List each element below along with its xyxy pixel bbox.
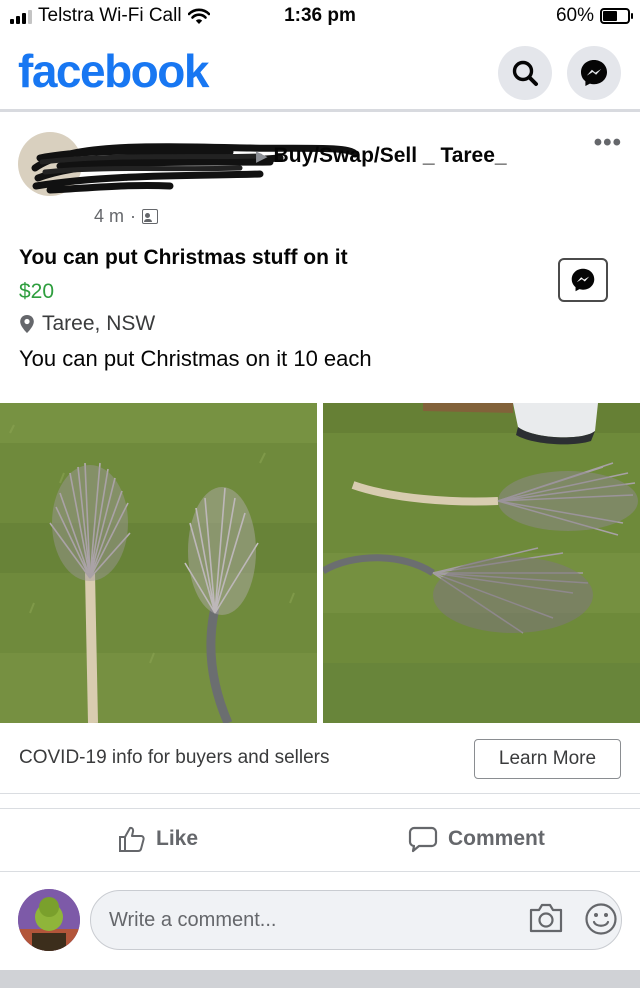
covid-info-bar: COVID-19 info for buyers and sellers Lea… <box>0 724 640 794</box>
emoji-icon[interactable] <box>584 902 618 936</box>
listing-photo-1[interactable] <box>0 403 317 723</box>
current-user-avatar[interactable] <box>18 889 80 951</box>
learn-more-button[interactable]: Learn More <box>474 739 621 779</box>
search-button[interactable] <box>498 46 552 100</box>
battery-icon <box>600 8 633 24</box>
comment-label: Comment <box>448 827 545 850</box>
status-right: 60% <box>555 5 633 27</box>
like-button[interactable]: Like <box>118 825 198 853</box>
comment-placeholder: Write a comment... <box>109 908 277 931</box>
caret-right-icon: ▶ <box>256 148 268 165</box>
messenger-button[interactable] <box>567 46 621 100</box>
battery-percent: 60% <box>555 5 594 26</box>
facebook-logo[interactable]: facebook <box>18 44 209 98</box>
camera-icon[interactable] <box>528 902 564 934</box>
listing-price: $20 <box>19 280 55 303</box>
listing-photo-2[interactable] <box>323 403 640 723</box>
group-breadcrumb[interactable]: ▶ Buy/Swap/Sell _ Taree_ <box>256 144 507 168</box>
search-icon <box>512 60 538 86</box>
covid-info-text: COVID-19 info for buyers and sellers <box>19 747 330 768</box>
more-options-button[interactable]: ••• <box>594 131 622 155</box>
status-time: 1:36 pm <box>284 5 356 26</box>
message-seller-button[interactable] <box>558 258 608 302</box>
like-label: Like <box>156 827 199 850</box>
marketplace-icon <box>142 209 159 224</box>
listing-details: You can put Christmas stuff on it $20 Ta… <box>0 244 640 394</box>
app-header: facebook <box>0 38 640 112</box>
post-header: ▶ Buy/Swap/Sell _ Taree_ ••• 4 m · <box>0 128 640 238</box>
comment-bubble-icon <box>408 826 438 853</box>
status-bar: Telstra Wi-Fi Call 1:36 pm 60% <box>0 0 640 34</box>
messenger-icon <box>571 268 595 292</box>
listing-title: You can put Christmas stuff on it <box>19 246 348 269</box>
comment-composer: Write a comment... <box>0 884 640 964</box>
location-text: Taree, NSW <box>42 312 156 335</box>
post-actions: Like Comment <box>0 808 640 872</box>
location-pin-icon <box>20 315 34 333</box>
feed-divider <box>0 970 640 988</box>
post-time[interactable]: 4 m <box>94 206 124 227</box>
listing-description: You can put Christmas on it 10 each <box>19 346 372 371</box>
listing-photos <box>0 403 640 723</box>
post-meta: 4 m · <box>94 206 159 227</box>
messenger-icon <box>581 60 607 86</box>
listing-location: Taree, NSW <box>19 312 155 336</box>
thumbs-up-icon <box>119 826 145 852</box>
meta-separator: · <box>130 206 137 226</box>
group-name[interactable]: Buy/Swap/Sell _ Taree_ <box>274 144 507 168</box>
comment-button[interactable]: Comment <box>408 825 545 853</box>
